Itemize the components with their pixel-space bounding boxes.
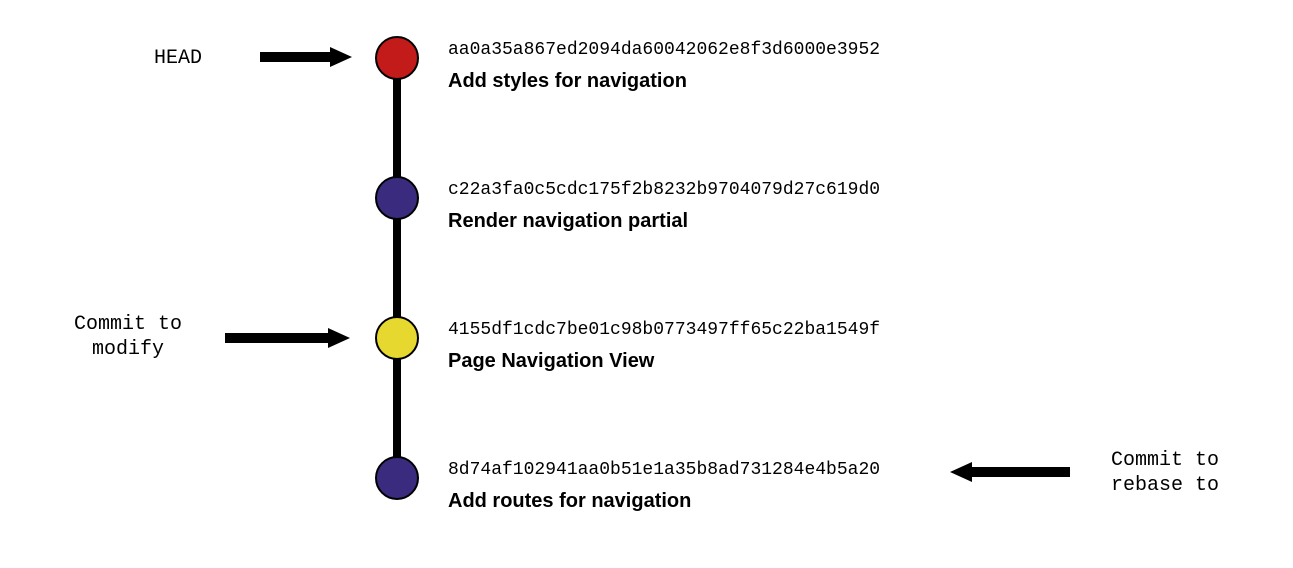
label-line: Commit to	[1111, 449, 1219, 472]
arrow-head-right-icon	[328, 328, 350, 348]
commit-to-modify-label: Commit to modify	[58, 312, 198, 362]
arrow-head-right-icon	[330, 47, 352, 67]
arrow-head-left-icon	[950, 462, 972, 482]
commit-message: Page Navigation View	[448, 350, 654, 373]
commit-hash: 4155df1cdc7be01c98b0773497ff65c22ba1549f	[448, 320, 880, 340]
commit-node-head	[375, 36, 419, 80]
arrow-shaft	[260, 52, 332, 62]
label-line: rebase to	[1111, 474, 1219, 497]
commit-node-rebase-target	[375, 456, 419, 500]
commit-message: Render navigation partial	[448, 210, 688, 233]
commit-hash: 8d74af102941aa0b51e1a35b8ad731284e4b5a20	[448, 460, 880, 480]
arrow-shaft	[970, 467, 1070, 477]
label-line: modify	[92, 338, 164, 361]
commit-message: Add routes for navigation	[448, 490, 691, 513]
label-line: Commit to	[74, 313, 182, 336]
commit-to-rebase-label: Commit to rebase to	[1095, 448, 1235, 498]
head-label: HEAD	[154, 46, 202, 71]
arrow-shaft	[225, 333, 330, 343]
git-commit-diagram: aa0a35a867ed2094da60042062e8f3d6000e3952…	[0, 0, 1293, 568]
commit-node-to-modify	[375, 316, 419, 360]
commit-message: Add styles for navigation	[448, 70, 687, 93]
commit-node	[375, 176, 419, 220]
commit-hash: aa0a35a867ed2094da60042062e8f3d6000e3952	[448, 40, 880, 60]
commit-hash: c22a3fa0c5cdc175f2b8232b9704079d27c619d0	[448, 180, 880, 200]
